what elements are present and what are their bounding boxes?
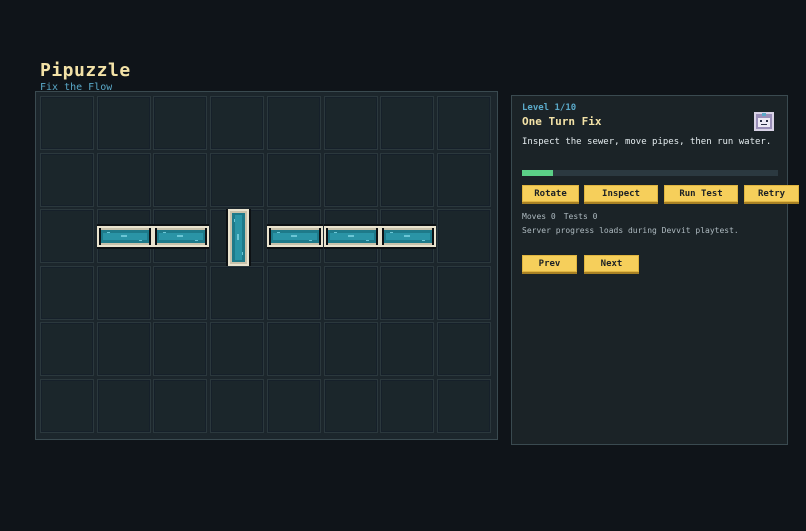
board-cell[interactable] xyxy=(380,152,435,207)
run-test-button[interactable]: Run Test xyxy=(664,185,738,202)
level-title: One Turn Fix xyxy=(522,115,602,128)
board-cell[interactable] xyxy=(380,96,435,150)
app-title: Pipuzzle xyxy=(40,60,131,81)
board-cell[interactable] xyxy=(210,152,265,207)
board-cell[interactable] xyxy=(436,209,491,264)
board-cell[interactable] xyxy=(323,152,378,207)
board-cell[interactable] xyxy=(436,322,491,377)
level-description: Inspect the sewer, move pipes, then run … xyxy=(522,137,772,147)
inspect-button[interactable]: Inspect xyxy=(584,185,658,202)
board-cell[interactable] xyxy=(210,96,265,150)
puzzle-board xyxy=(35,91,498,440)
robot-plumber-icon xyxy=(754,112,774,131)
next-button[interactable]: Next xyxy=(584,255,639,272)
level-progress-fill xyxy=(522,170,553,176)
horizontal-pipe-tile[interactable] xyxy=(153,224,210,250)
moves-counter: Moves 0 xyxy=(522,212,556,221)
board-cell[interactable] xyxy=(40,96,94,150)
board-cell[interactable] xyxy=(153,322,208,377)
board-cell[interactable] xyxy=(40,265,94,320)
server-note: Server progress loads during Devvit play… xyxy=(522,226,739,235)
board-cell[interactable] xyxy=(266,96,321,150)
board-cell[interactable] xyxy=(323,96,378,150)
board-cell[interactable] xyxy=(96,322,151,377)
level-panel: Level 1/10 One Turn Fix Inspect the sewe… xyxy=(511,95,799,445)
retry-button[interactable]: Retry xyxy=(744,185,799,202)
tests-counter: Tests 0 xyxy=(563,212,598,221)
prev-button[interactable]: Prev xyxy=(522,255,577,272)
board-cell[interactable] xyxy=(96,379,151,433)
board-cell[interactable] xyxy=(96,152,151,207)
board-cell[interactable] xyxy=(323,379,378,433)
board-cell[interactable] xyxy=(266,379,321,433)
board-cell[interactable] xyxy=(266,322,321,377)
horizontal-pipe-tile[interactable] xyxy=(266,224,323,250)
horizontal-pipe-tile[interactable] xyxy=(323,224,380,250)
board-cell[interactable] xyxy=(210,265,265,320)
board-cell[interactable] xyxy=(96,265,151,320)
board-cell[interactable] xyxy=(266,152,321,207)
board-cell[interactable] xyxy=(380,265,435,320)
horizontal-pipe-tile[interactable] xyxy=(380,224,437,250)
board-cell[interactable] xyxy=(210,322,265,377)
board-cell[interactable] xyxy=(40,379,94,433)
board-cell[interactable] xyxy=(153,96,208,150)
board-cell[interactable] xyxy=(210,379,265,433)
board-cell[interactable] xyxy=(323,265,378,320)
board-cell[interactable] xyxy=(323,322,378,377)
board-cell[interactable] xyxy=(380,322,435,377)
board-cell[interactable] xyxy=(153,152,208,207)
rotate-button[interactable]: Rotate xyxy=(522,185,579,202)
board-cell[interactable] xyxy=(436,96,491,150)
board-cell[interactable] xyxy=(153,265,208,320)
board-cell[interactable] xyxy=(40,322,94,377)
vertical-pipe-tile[interactable] xyxy=(226,209,252,267)
board-cell[interactable] xyxy=(40,152,94,207)
level-indicator: Level 1/10 xyxy=(522,103,577,113)
level-progress-bar xyxy=(522,170,778,176)
board-cell[interactable] xyxy=(436,379,491,433)
board-cell[interactable] xyxy=(436,265,491,320)
board-cell[interactable] xyxy=(380,379,435,433)
stats-row: Moves 0 Tests 0 xyxy=(522,212,605,221)
app-subtitle: Fix the Flow xyxy=(40,82,113,91)
board-cell[interactable] xyxy=(266,265,321,320)
board-cell[interactable] xyxy=(153,379,208,433)
board-cell[interactable] xyxy=(96,96,151,150)
board-cell[interactable] xyxy=(40,209,94,264)
horizontal-pipe-tile[interactable] xyxy=(96,224,153,250)
board-cell[interactable] xyxy=(436,152,491,207)
